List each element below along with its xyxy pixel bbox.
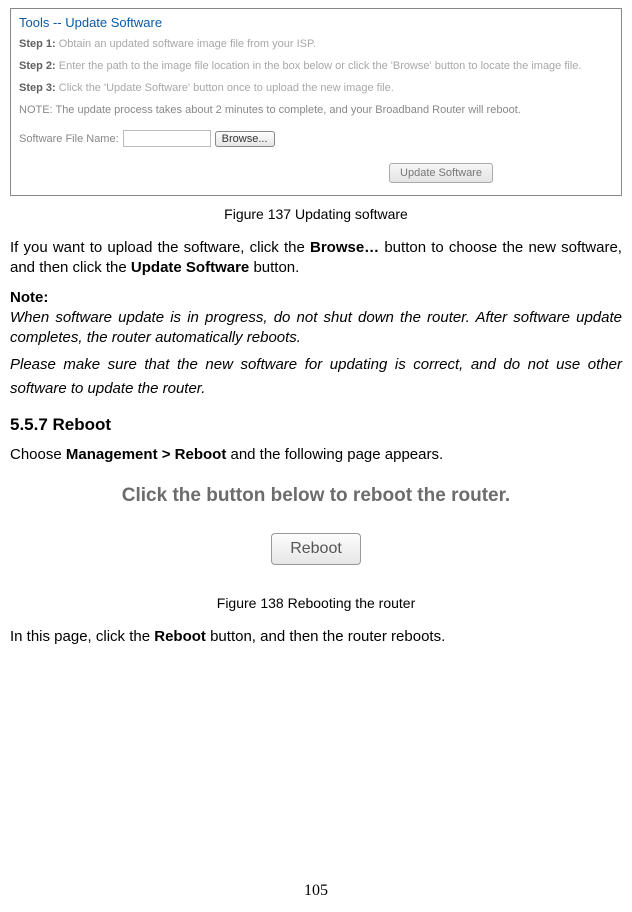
figure-137-caption: Figure 137 Updating software: [10, 206, 622, 222]
file-row: Software File Name: Browse...: [19, 130, 613, 147]
reboot-button[interactable]: Reboot: [271, 533, 361, 565]
note-body-2: Please make sure that the new software f…: [10, 353, 622, 401]
reboot-intro-bold: Management > Reboot: [66, 446, 226, 463]
reboot-intro: Choose Management > Reboot and the follo…: [10, 445, 622, 465]
update-software-panel: Tools -- Update Software Step 1: Obtain …: [10, 8, 622, 196]
reboot-intro-post: and the following page appears.: [226, 446, 443, 463]
update-row: Update Software: [19, 161, 613, 185]
reboot-use-post: button, and then the router reboots.: [206, 628, 445, 645]
update-software-button[interactable]: Update Software: [389, 163, 493, 183]
step-3: Step 3: Click the 'Update Software' butt…: [19, 82, 613, 94]
page-number: 105: [0, 882, 632, 900]
step-3-label: Step 3:: [19, 82, 56, 94]
file-input[interactable]: [123, 130, 211, 147]
reboot-usage: In this page, click the Reboot button, a…: [10, 627, 622, 647]
note-heading: Note:: [10, 289, 622, 306]
panel-note: NOTE: The update process takes about 2 m…: [19, 104, 613, 116]
note-body-1: When software update is in progress, do …: [10, 308, 622, 347]
step-1: Step 1: Obtain an updated software image…: [19, 38, 613, 50]
section-5-5-7-heading: 5.5.7 Reboot: [10, 415, 622, 435]
step-2-label: Step 2:: [19, 60, 56, 72]
browse-button[interactable]: Browse...: [215, 131, 275, 147]
step-1-text: Obtain an updated software image file fr…: [59, 38, 316, 50]
upload-text-bold1: Browse…: [310, 239, 379, 256]
reboot-use-pre: In this page, click the: [10, 628, 154, 645]
reboot-panel-title: Click the button below to reboot the rou…: [10, 485, 622, 507]
reboot-use-bold: Reboot: [154, 628, 206, 645]
step-2-text: Enter the path to the image file locatio…: [59, 60, 582, 72]
figure-138-caption: Figure 138 Rebooting the router: [10, 595, 622, 611]
reboot-panel: Click the button below to reboot the rou…: [10, 477, 622, 585]
reboot-intro-pre: Choose: [10, 446, 66, 463]
step-3-text: Click the 'Update Software' button once …: [59, 82, 394, 94]
step-2: Step 2: Enter the path to the image file…: [19, 60, 613, 72]
step-1-label: Step 1:: [19, 38, 56, 50]
reboot-button-wrap: Reboot: [10, 533, 622, 565]
panel-title: Tools -- Update Software: [19, 15, 613, 30]
upload-text-post: button.: [249, 259, 299, 276]
upload-text-pre: If you want to upload the software, clic…: [10, 239, 310, 256]
upload-text-bold2: Update Software: [131, 259, 249, 276]
file-label: Software File Name:: [19, 133, 119, 145]
upload-paragraph: If you want to upload the software, clic…: [10, 238, 622, 277]
